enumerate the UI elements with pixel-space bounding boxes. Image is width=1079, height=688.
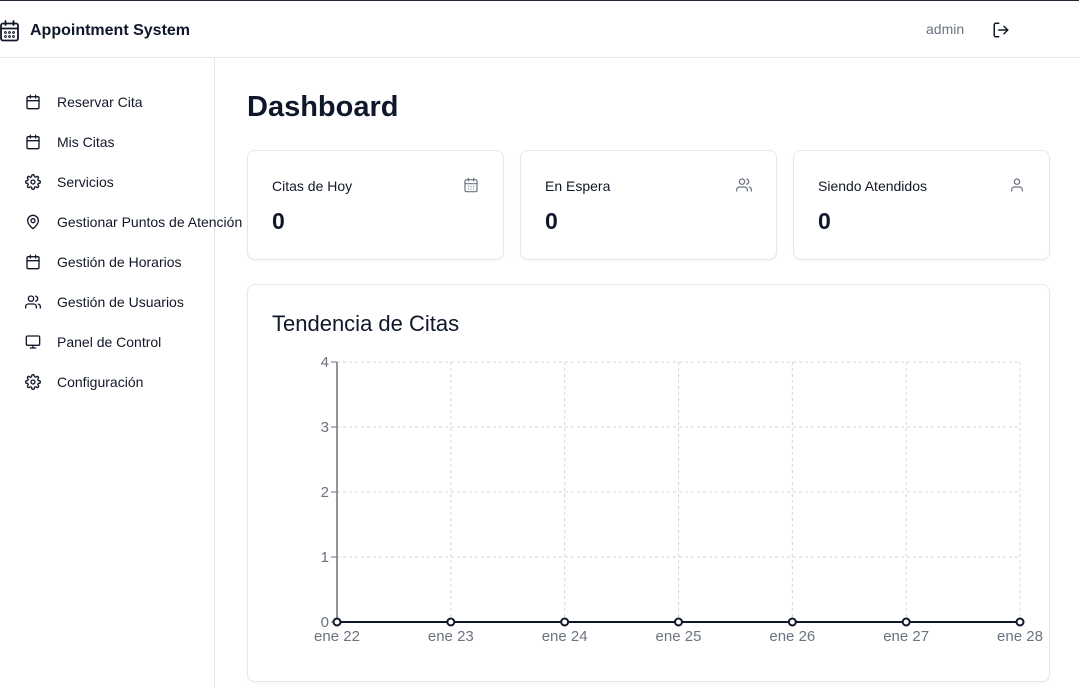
data-point <box>332 617 342 627</box>
users-icon <box>736 177 752 193</box>
stat-card-label: Citas de Hoy <box>272 178 353 194</box>
sidebar-item-label: Mis Citas <box>57 134 115 150</box>
stat-card-value: 0 <box>272 208 285 234</box>
stat-card-citas-hoy: Citas de Hoy 0 <box>247 150 504 260</box>
data-point <box>560 617 570 627</box>
user-name: admin <box>926 21 965 37</box>
calendar-icon <box>24 134 41 151</box>
y-tick-label: 2 <box>321 484 329 501</box>
user-icon <box>1009 177 1025 193</box>
y-tick-label: 1 <box>321 549 329 566</box>
top-bar: Appointment System admin <box>0 0 1079 58</box>
x-tick-label: ene 22 <box>314 628 360 645</box>
x-tick-label: ene 25 <box>656 628 702 645</box>
sidebar-item-label: Reservar Cita <box>57 94 143 110</box>
trend-chart: 01234ene 22 ene 23 ene 24 ene 25 ene 26 ene 2… <box>314 354 1043 645</box>
page-title: Dashboard <box>247 91 399 123</box>
gear-icon <box>24 174 41 191</box>
data-point <box>787 617 797 627</box>
x-tick-label: ene 27 <box>883 628 929 645</box>
stat-card-siendo-atendidos: Siendo Atendidos 0 <box>793 150 1050 260</box>
main-content: Dashboard Citas de Hoy 0 En Espera 0 Sie… <box>215 58 1079 688</box>
data-point <box>901 617 911 627</box>
x-tick-label: ene 24 <box>542 628 588 645</box>
monitor-icon <box>24 334 41 351</box>
calendar-icon <box>24 254 41 271</box>
users-icon <box>24 294 41 311</box>
logout-icon[interactable] <box>990 19 1012 41</box>
brand: Appointment System <box>0 18 190 44</box>
stat-card-label: Siendo Atendidos <box>818 178 927 194</box>
sidebar-item-label: Configuración <box>57 374 144 390</box>
sidebar-item-label: Gestión de Usuarios <box>57 294 184 310</box>
app-title: Appointment System <box>30 22 191 39</box>
gear-icon <box>24 374 41 391</box>
sidebar: Reservar Cita Mis Citas Servicios Gestio… <box>0 58 242 688</box>
data-point <box>674 617 683 627</box>
y-tick-label: 3 <box>321 419 329 436</box>
map-pin-icon <box>24 214 41 231</box>
stat-card-en-espera: En Espera 0 <box>520 150 777 260</box>
x-tick-label: ene 26 <box>769 628 815 645</box>
sidebar-item-label: Servicios <box>57 174 114 190</box>
data-point <box>446 617 456 627</box>
x-tick-label: ene 23 <box>428 628 474 645</box>
stat-card-label: En Espera <box>545 178 611 194</box>
stat-card-value: 0 <box>818 208 831 234</box>
data-point <box>1015 617 1025 627</box>
stat-card-value: 0 <box>545 208 558 234</box>
sidebar-item-label: Gestión de Horarios <box>57 254 182 270</box>
sidebar-item-label: Panel de Control <box>57 334 162 350</box>
calendar-days-icon <box>463 177 479 193</box>
calendar-icon <box>24 94 41 111</box>
calendar-days-icon <box>0 20 20 42</box>
y-tick-label: 4 <box>321 354 329 371</box>
chart-card: Tendencia de Citas 0 1 2 3 4 ene 22 ene 23 ene … <box>247 284 1050 682</box>
x-tick-label: ene 28 <box>997 628 1043 645</box>
